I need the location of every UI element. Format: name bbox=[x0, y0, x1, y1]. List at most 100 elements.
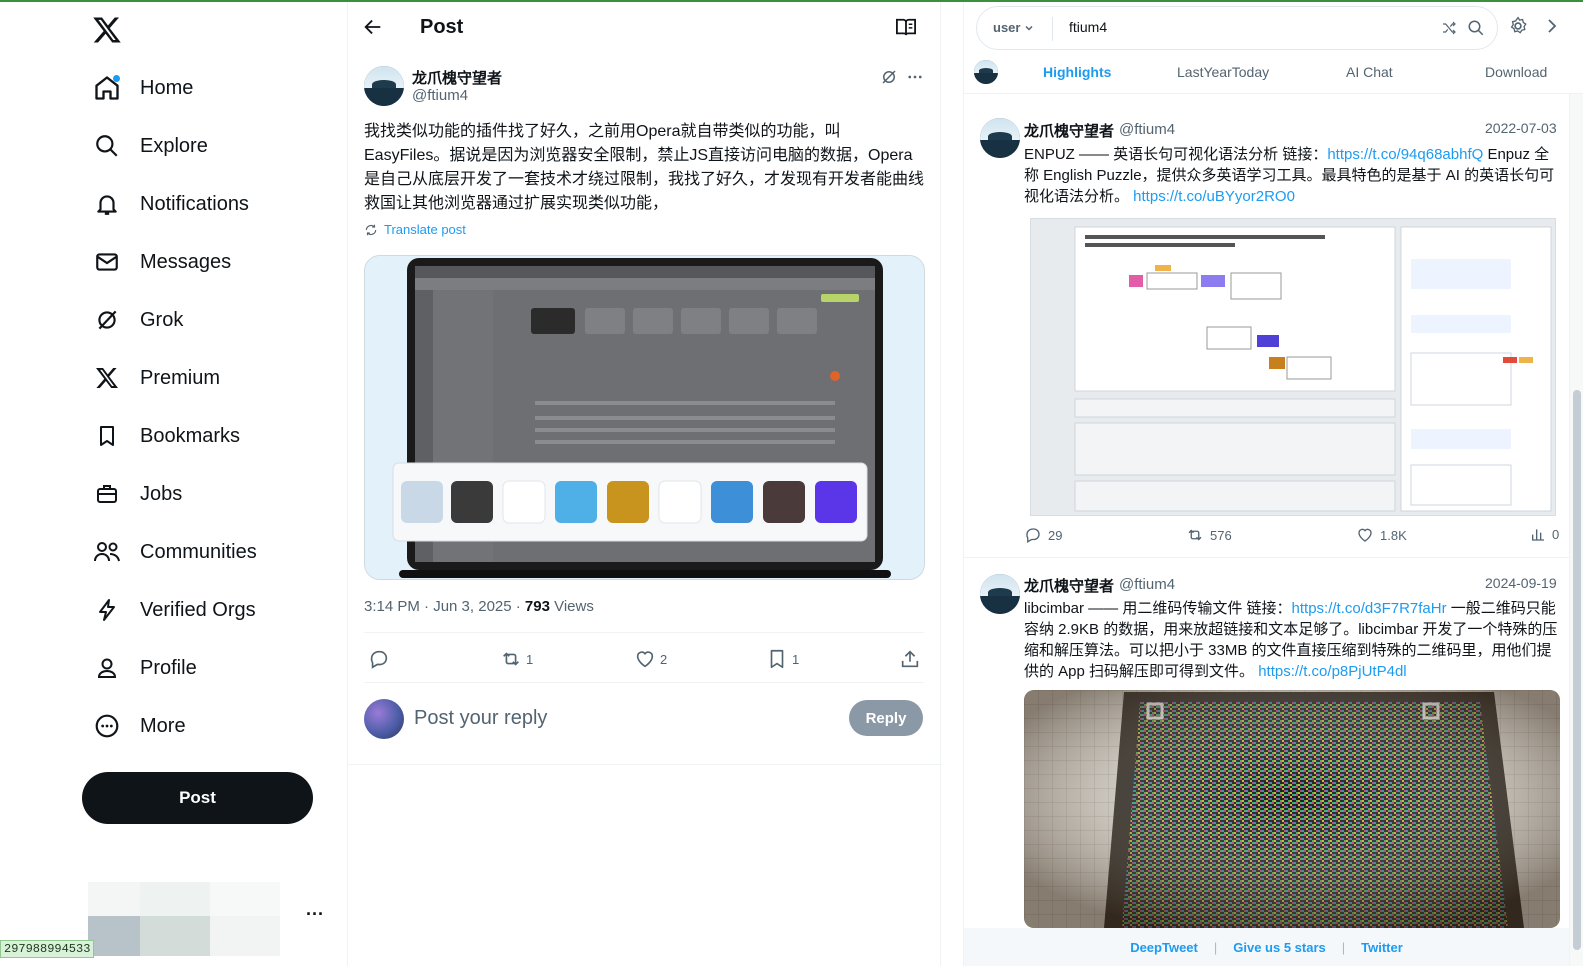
nav-grok[interactable]: Grok bbox=[92, 300, 183, 340]
x-logo-icon[interactable] bbox=[92, 16, 124, 46]
tweet-link[interactable]: https://t.co/uBYyor2RO0 bbox=[1133, 188, 1295, 205]
author-avatar[interactable] bbox=[364, 66, 404, 106]
footer-link-deeptweet[interactable]: DeepTweet bbox=[1130, 940, 1198, 955]
post-meta: 3:14 PM · Jun 3, 2025 · 793 Views bbox=[364, 598, 594, 615]
nav-explore-label: Explore bbox=[140, 134, 208, 157]
tweet-card[interactable]: 龙爪槐守望者 @ftium4 2022-07-03 ENPUZ —— 英语长句可… bbox=[964, 94, 1569, 558]
tweet-author-name[interactable]: 龙爪槐守望者 bbox=[1024, 120, 1114, 141]
person-icon bbox=[92, 653, 122, 683]
nav-home[interactable]: Home bbox=[92, 68, 193, 108]
bookmark-action[interactable]: 1 bbox=[766, 648, 799, 670]
my-avatar bbox=[364, 699, 404, 739]
lightning-icon bbox=[92, 595, 122, 625]
tweet-author-handle[interactable]: @ftium4 bbox=[1119, 121, 1175, 138]
search-scope-value: user bbox=[993, 20, 1021, 35]
bell-icon bbox=[92, 189, 122, 219]
tweet-avatar[interactable] bbox=[980, 574, 1020, 614]
back-arrow-icon[interactable] bbox=[362, 16, 386, 40]
user-avatar[interactable] bbox=[974, 60, 998, 84]
post-more-icon[interactable] bbox=[906, 68, 924, 86]
tweet-date[interactable]: 2022-07-03 bbox=[1485, 120, 1557, 136]
tweet-date[interactable]: 2024-09-19 bbox=[1485, 575, 1557, 591]
search-divider bbox=[1052, 17, 1053, 41]
nav-verified-orgs[interactable]: Verified Orgs bbox=[92, 590, 256, 630]
nav-home-label: Home bbox=[140, 76, 194, 99]
nav-grok-label: Grok bbox=[140, 308, 184, 331]
nav-bookmarks[interactable]: Bookmarks bbox=[92, 416, 240, 456]
share-icon bbox=[899, 648, 925, 670]
tab-last-year-today[interactable]: LastYearToday bbox=[1177, 64, 1269, 80]
account-more-button[interactable]: ··· bbox=[306, 904, 324, 925]
tab-highlights[interactable]: Highlights bbox=[1043, 64, 1111, 80]
chevron-down-icon bbox=[1024, 23, 1034, 33]
author-handle[interactable]: @ftium4 bbox=[412, 87, 468, 104]
translate-post-link[interactable]: Translate post bbox=[364, 222, 466, 237]
tweet-like-action[interactable]: 1.8K bbox=[1356, 526, 1407, 544]
nav-communities[interactable]: Communities bbox=[92, 532, 257, 572]
footer-link-rate[interactable]: Give us 5 stars bbox=[1233, 940, 1326, 955]
tweet-avatar[interactable] bbox=[980, 118, 1020, 158]
post-body-text: 我找类似功能的插件找了好久，之前用Opera就自带类似的功能，叫EasyFile… bbox=[364, 123, 925, 212]
left-sidebar: Home Explore Notifications Messages Grok… bbox=[0, 2, 347, 966]
repost-action[interactable]: 1 bbox=[500, 648, 533, 670]
nav-jobs[interactable]: Jobs bbox=[92, 474, 182, 514]
nav-profile[interactable]: Profile bbox=[92, 648, 197, 688]
nav-notifications-label: Notifications bbox=[140, 192, 249, 215]
author-name[interactable]: 龙爪槐守望者 bbox=[412, 67, 502, 88]
account-switcher-avatar[interactable] bbox=[88, 882, 280, 956]
home-icon bbox=[92, 73, 122, 103]
scrollbar-thumb[interactable] bbox=[1573, 390, 1581, 950]
tweet-author-handle[interactable]: @ftium4 bbox=[1119, 576, 1175, 593]
post-detail-column: Post 龙爪槐守望者 @ftium4 我找类似功能的插件找了好久，之前用Ope… bbox=[347, 2, 942, 966]
nav-messages-label: Messages bbox=[140, 250, 232, 273]
nav-explore[interactable]: Explore bbox=[92, 126, 208, 166]
reader-mode-icon[interactable] bbox=[895, 17, 919, 39]
search-bar: user bbox=[976, 6, 1498, 50]
panel-scrollbar[interactable] bbox=[1569, 94, 1583, 966]
post-header: Post bbox=[348, 2, 942, 56]
shuffle-icon[interactable] bbox=[1441, 20, 1457, 36]
chevron-right-icon[interactable] bbox=[1546, 18, 1558, 34]
translate-label: Translate post bbox=[384, 222, 466, 237]
search-scope-select[interactable]: user bbox=[993, 20, 1034, 35]
search-input[interactable] bbox=[1069, 19, 1399, 35]
post-timestamp[interactable]: 3:14 PM · Jun 3, 2025 · bbox=[364, 598, 525, 615]
bookmark-count: 1 bbox=[792, 651, 800, 667]
tweet-views-action[interactable]: 0 bbox=[1530, 526, 1559, 542]
post-media-image[interactable] bbox=[364, 255, 925, 580]
nav-more[interactable]: More bbox=[92, 706, 186, 746]
tweet-link[interactable]: https://t.co/d3F7R7faHr bbox=[1292, 600, 1447, 617]
share-action[interactable] bbox=[899, 648, 925, 670]
nav-premium[interactable]: Premium bbox=[92, 358, 220, 398]
footer-link-twitter[interactable]: Twitter bbox=[1361, 940, 1403, 955]
grok-analyze-icon[interactable] bbox=[880, 68, 898, 86]
divider bbox=[364, 632, 924, 633]
reply-action[interactable] bbox=[368, 648, 394, 670]
tweet-link[interactable]: https://t.co/p8PjUtP4dl bbox=[1258, 663, 1406, 680]
nav-notifications[interactable]: Notifications bbox=[92, 184, 249, 224]
tab-ai-chat[interactable]: AI Chat bbox=[1346, 64, 1393, 80]
tweet-link[interactable]: https://t.co/94q68abhfQ bbox=[1327, 146, 1483, 163]
tweet-author-name[interactable]: 龙爪槐守望者 bbox=[1024, 575, 1114, 596]
search-icon[interactable] bbox=[1467, 19, 1485, 37]
tweet-card[interactable]: 龙爪槐守望者 @ftium4 2024-09-19 libcimbar —— 用… bbox=[964, 558, 1569, 928]
tweet-media-image[interactable] bbox=[1030, 218, 1556, 516]
heart-icon bbox=[634, 648, 660, 670]
tweet-media-image[interactable] bbox=[1024, 690, 1560, 928]
like-action[interactable]: 2 bbox=[634, 648, 667, 670]
settings-gear-icon[interactable] bbox=[1508, 16, 1528, 36]
deeptweet-panel: user Highlights LastYearToday AI Chat Do… bbox=[963, 2, 1583, 966]
tab-download[interactable]: Download bbox=[1485, 64, 1547, 80]
tweet-reply-action[interactable]: 29 bbox=[1024, 526, 1062, 544]
people-icon bbox=[92, 537, 122, 567]
tweet-repost-action[interactable]: 576 bbox=[1186, 526, 1232, 544]
briefcase-icon bbox=[92, 479, 122, 509]
reply-input[interactable]: Post your reply bbox=[414, 707, 547, 730]
compose-post-button[interactable]: Post bbox=[82, 772, 313, 824]
nav-messages[interactable]: Messages bbox=[92, 242, 231, 282]
nav-communities-label: Communities bbox=[140, 540, 257, 563]
nav-jobs-label: Jobs bbox=[140, 482, 183, 505]
reply-button[interactable]: Reply bbox=[849, 700, 923, 736]
views-count: 793 bbox=[524, 598, 550, 615]
nav-premium-label: Premium bbox=[140, 366, 221, 389]
